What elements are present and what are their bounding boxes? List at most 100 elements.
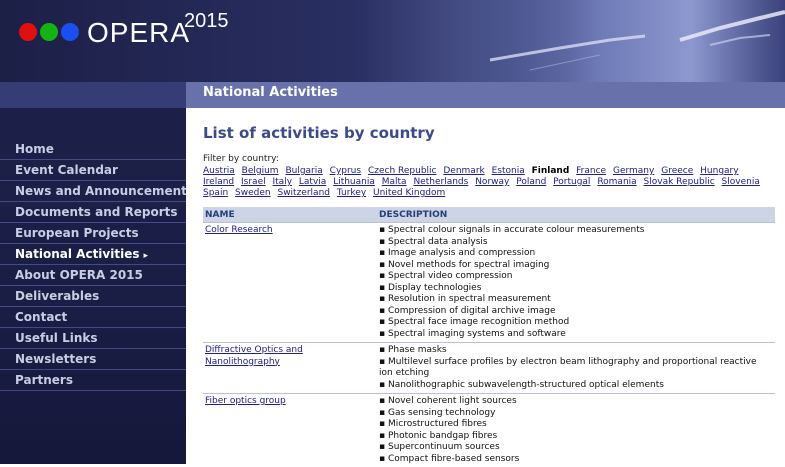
nav-item-home[interactable]: Home bbox=[0, 139, 186, 160]
activity-description-cell: ▪ Novel coherent light sources▪ Gas sens… bbox=[377, 394, 775, 467]
nav-item-label: European Projects bbox=[15, 226, 139, 240]
activity-name-link[interactable]: Fiber optics group bbox=[205, 396, 286, 406]
country-link[interactable]: Turkey bbox=[337, 188, 366, 198]
table-header-row: NAME DESCRIPTION bbox=[203, 207, 775, 223]
description-item: ▪ Multilevel surface profiles by electro… bbox=[379, 357, 773, 380]
nav-item-useful-links[interactable]: Useful Links bbox=[0, 328, 186, 349]
nav-item-label: National Activities bbox=[15, 247, 139, 261]
bullet-icon: ▪ bbox=[379, 345, 385, 355]
country-link[interactable]: Greece bbox=[661, 166, 693, 176]
logo-red-dot bbox=[19, 23, 37, 41]
bullet-icon: ▪ bbox=[379, 283, 385, 293]
page-title: List of activities by country bbox=[203, 124, 775, 142]
sidebar-band bbox=[0, 82, 186, 108]
description-text: Novel methods for spectral imaging bbox=[388, 260, 549, 270]
country-link[interactable]: Portugal bbox=[553, 177, 590, 187]
description-item: ▪ Spectral data analysis bbox=[379, 237, 773, 249]
nav-item-partners[interactable]: Partners bbox=[0, 370, 186, 391]
country-link[interactable]: United Kingdom bbox=[373, 188, 445, 198]
description-item: ▪ Spectral face image recognition method bbox=[379, 317, 773, 329]
country-link[interactable]: Ireland bbox=[203, 177, 234, 187]
bullet-icon: ▪ bbox=[379, 408, 385, 418]
description-item: ▪ Novel coherent light sources bbox=[379, 396, 773, 408]
bullet-icon: ▪ bbox=[379, 380, 385, 390]
bullet-icon: ▪ bbox=[379, 294, 385, 304]
country-link[interactable]: Italy bbox=[273, 177, 293, 187]
nav-item-about[interactable]: About OPERA 2015 bbox=[0, 265, 186, 286]
header-banner-hands-image bbox=[470, 0, 785, 82]
activities-table: NAME DESCRIPTION Color Research ▪ Spectra… bbox=[203, 207, 775, 467]
country-link[interactable]: Netherlands bbox=[413, 177, 468, 187]
nav-item-label: Event Calendar bbox=[15, 163, 118, 177]
site-logo[interactable]: OPERA bbox=[87, 17, 190, 49]
nav-item-label: About OPERA 2015 bbox=[15, 268, 143, 282]
country-link[interactable]: France bbox=[576, 166, 606, 176]
description-text: Phase masks bbox=[388, 345, 447, 355]
country-link[interactable]: Belgium bbox=[242, 166, 279, 176]
activity-name-link[interactable]: Diffractive Optics and Nanolithography bbox=[205, 345, 303, 367]
country-link[interactable]: Slovak Republic bbox=[644, 177, 715, 187]
nav-item-deliverables[interactable]: Deliverables bbox=[0, 286, 186, 307]
country-link[interactable]: Norway bbox=[475, 177, 509, 187]
bullet-icon: ▪ bbox=[379, 271, 385, 281]
country-link[interactable]: Czech Republic bbox=[368, 166, 437, 176]
nav-item-newsletters[interactable]: Newsletters bbox=[0, 349, 186, 370]
nav-item-european-projects[interactable]: European Projects bbox=[0, 223, 186, 244]
country-link[interactable]: Malta bbox=[382, 177, 407, 187]
activity-name-link[interactable]: Color Research bbox=[205, 225, 273, 235]
nav-item-documents[interactable]: Documents and Reports bbox=[0, 202, 186, 223]
table-row: Diffractive Optics and Nanolithography ▪ … bbox=[203, 343, 775, 394]
bullet-icon: ▪ bbox=[379, 419, 385, 429]
bullet-icon: ▪ bbox=[379, 237, 385, 247]
logo-green-dot bbox=[40, 23, 58, 41]
description-item: ▪ Nanolithographic subwavelength-structu… bbox=[379, 380, 773, 392]
description-item: ▪ Compact fibre-based sensors bbox=[379, 454, 773, 466]
description-text: Spectral video compression bbox=[388, 271, 513, 281]
country-link[interactable]: Poland bbox=[516, 177, 546, 187]
description-item: ▪ Gas sensing technology bbox=[379, 408, 773, 420]
description-text: Supercontinuum sources bbox=[388, 442, 500, 452]
country-link[interactable]: Austria bbox=[203, 166, 235, 176]
country-link[interactable]: Slovenia bbox=[722, 177, 760, 187]
nav-item-label: Newsletters bbox=[15, 352, 96, 366]
country-link[interactable]: Estonia bbox=[492, 166, 525, 176]
active-arrow-icon: ▸ bbox=[143, 251, 148, 261]
description-item: ▪ Compression of digital archive image bbox=[379, 306, 773, 318]
description-text: Compression of digital archive image bbox=[388, 306, 556, 316]
country-link: Finland bbox=[532, 166, 570, 176]
bullet-icon: ▪ bbox=[379, 225, 385, 235]
country-link[interactable]: Latvia bbox=[299, 177, 326, 187]
nav-item-label: Documents and Reports bbox=[15, 205, 178, 219]
bullet-icon: ▪ bbox=[379, 431, 385, 441]
description-text: Gas sensing technology bbox=[388, 408, 495, 418]
country-link[interactable]: Romania bbox=[597, 177, 636, 187]
description-text: Spectral imaging systems and software bbox=[388, 329, 566, 339]
nav-item-label: Useful Links bbox=[15, 331, 98, 345]
nav-item-national-activities[interactable]: National Activities ▸ bbox=[0, 244, 186, 265]
country-link[interactable]: Denmark bbox=[443, 166, 484, 176]
bullet-icon: ▪ bbox=[379, 396, 385, 406]
nav-item-contact[interactable]: Contact bbox=[0, 307, 186, 328]
description-item: ▪ Resolution in spectral measurement bbox=[379, 294, 773, 306]
country-link[interactable]: Lithuania bbox=[333, 177, 375, 187]
description-text: Spectral data analysis bbox=[388, 237, 488, 247]
main-content: List of activities by country Filter by … bbox=[203, 124, 775, 467]
nav-item-event-calendar[interactable]: Event Calendar bbox=[0, 160, 186, 181]
country-link[interactable]: Germany bbox=[613, 166, 654, 176]
table-row: Color Research▪ Spectral colour signals … bbox=[203, 223, 775, 343]
country-link[interactable]: Sweden bbox=[235, 188, 271, 198]
country-link[interactable]: Spain bbox=[203, 188, 228, 198]
activity-name-cell: Color Research bbox=[203, 223, 377, 343]
description-text: Microstructured fibres bbox=[388, 419, 487, 429]
country-link[interactable]: Switzerland bbox=[277, 188, 330, 198]
country-link[interactable]: Hungary bbox=[700, 166, 738, 176]
description-text: Photonic bandgap fibres bbox=[388, 431, 497, 441]
country-filter-links: Austria Belgium Bulgaria Cyprus Czech Re… bbox=[203, 166, 775, 199]
country-link[interactable]: Israel bbox=[241, 177, 266, 187]
country-link[interactable]: Bulgaria bbox=[285, 166, 322, 176]
nav-item-news[interactable]: News and Announcements bbox=[0, 181, 186, 202]
nav-item-label: Contact bbox=[15, 310, 67, 324]
section-title: National Activities bbox=[203, 82, 338, 104]
description-text: Novel coherent light sources bbox=[388, 396, 517, 406]
country-link[interactable]: Cyprus bbox=[330, 166, 361, 176]
